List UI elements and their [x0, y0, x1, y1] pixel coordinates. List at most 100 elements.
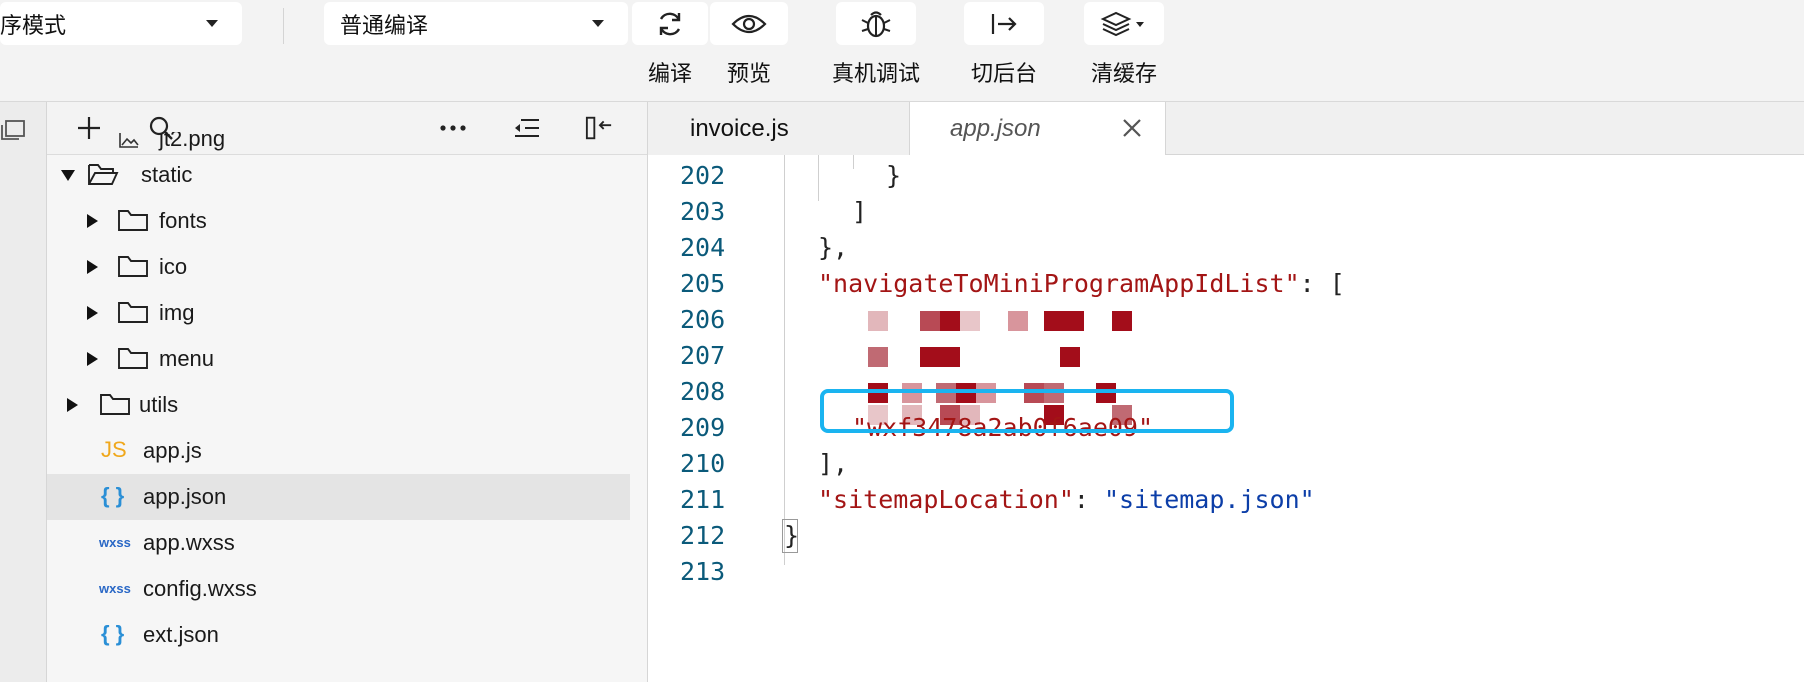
tab-app-json[interactable]: app.json	[910, 102, 1166, 155]
compile-button[interactable]	[632, 2, 708, 45]
json-punct: :	[1073, 485, 1104, 514]
tree-item-folder-ico[interactable]: ico	[47, 244, 647, 290]
remote-debug-button[interactable]	[836, 2, 916, 45]
code-line: ]	[852, 197, 868, 226]
eye-icon	[731, 14, 767, 33]
folder-icon	[118, 210, 148, 231]
switch-background-icon	[991, 13, 1017, 34]
folder-icon	[100, 394, 130, 415]
highlight-box	[820, 389, 1234, 433]
tab-label: invoice.js	[690, 114, 789, 142]
tree-item-label: jt2.png	[159, 132, 226, 151]
json-file-icon: { }	[101, 621, 125, 646]
switch-background-label: 切后台	[970, 61, 1037, 86]
preview-button[interactable]	[710, 2, 788, 45]
toolbar-divider	[283, 8, 284, 44]
tree-item-file-app-json[interactable]: { } app.json	[47, 474, 630, 520]
line-number: 210	[680, 449, 726, 478]
tree-item-folder-static[interactable]: static	[47, 152, 647, 198]
bug-icon	[861, 10, 891, 37]
file-explorer: jt2.png static fonts ico img menu utils …	[47, 102, 648, 682]
tree-item-folder-utils[interactable]: utils	[47, 382, 647, 428]
bracket-match-indicator	[782, 519, 798, 553]
wxss-file-icon: wxss	[99, 581, 131, 596]
tree-item-label: img	[159, 300, 195, 325]
indent-guide	[784, 155, 785, 565]
editor-tab-bar: invoice.js app.json	[648, 102, 1804, 155]
tree-item-label: ext.json	[143, 622, 219, 647]
tree-item-file-app-js[interactable]: JS app.js	[47, 428, 647, 474]
json-file-icon: { }	[101, 483, 125, 508]
folder-open-icon	[88, 164, 119, 185]
json-punct: : [	[1299, 269, 1345, 298]
code-line: ],	[818, 449, 849, 478]
tree-item-label: app.json	[143, 484, 227, 509]
tree-item-folder-fonts[interactable]: fonts	[47, 198, 647, 244]
chevron-down-icon	[61, 170, 75, 181]
mode-select[interactable]: 序模式	[0, 2, 242, 45]
tree-item-label: menu	[159, 346, 215, 371]
tree-item-file-app-wxss[interactable]: wxss app.wxss	[47, 520, 647, 566]
line-number: 204	[680, 233, 726, 262]
activity-bar	[0, 102, 47, 682]
chevron-right-icon	[87, 214, 98, 228]
json-value: "sitemap.json"	[1103, 485, 1315, 514]
line-number: 213	[680, 557, 726, 586]
tab-invoice-js[interactable]: invoice.js	[648, 102, 910, 155]
line-number: 205	[680, 269, 726, 298]
chevron-right-icon	[87, 306, 98, 320]
compile-select-value: 普通编译	[340, 12, 429, 38]
clear-cache-button[interactable]	[1084, 2, 1164, 45]
tree-item-label: fonts	[159, 208, 207, 233]
code-line: },	[818, 233, 849, 262]
js-file-icon: JS	[101, 437, 127, 462]
folder-icon	[118, 348, 148, 369]
chevron-right-icon	[87, 260, 98, 274]
code-line: }	[886, 161, 902, 190]
code-line: "navigateToMiniProgramAppIdList": [	[818, 269, 1345, 298]
refresh-icon	[659, 12, 681, 35]
compile-select[interactable]: 普通编译	[324, 2, 628, 45]
compile-label: 编译	[647, 61, 692, 86]
tree-item-label: app.wxss	[143, 530, 235, 555]
layers-icon	[1100, 11, 1144, 36]
chevron-down-icon	[592, 20, 604, 27]
json-key: "navigateToMiniProgramAppIdList"	[818, 269, 1300, 298]
tree-item-folder-img[interactable]: img	[47, 290, 647, 336]
copy-icon[interactable]	[0, 118, 28, 142]
code-editor[interactable]: 202 203 204 205 206 207 208 209 210 211 …	[648, 155, 1804, 682]
remote-debug-label: 真机调试	[831, 61, 920, 86]
image-file-icon	[119, 133, 139, 148]
folder-icon	[118, 302, 148, 323]
tree-item-label: config.wxss	[143, 576, 257, 601]
tab-label: app.json	[950, 114, 1041, 142]
chevron-right-icon	[67, 398, 78, 412]
line-number: 202	[680, 161, 726, 190]
tree-item-label: ico	[159, 254, 188, 279]
clear-cache-label: 清缓存	[1090, 61, 1157, 86]
folder-icon	[118, 256, 148, 277]
top-toolbar: 序模式 普通编译 编译 预览 真机调试 切后台 清缓存	[0, 0, 1804, 102]
code-line: "sitemapLocation": "sitemap.json"	[818, 485, 1315, 514]
tree-item-folder-menu[interactable]: menu	[47, 336, 647, 382]
preview-label: 预览	[726, 61, 771, 86]
close-icon[interactable]	[1121, 117, 1143, 139]
line-number: 208	[680, 377, 726, 406]
mode-select-value: 序模式	[0, 12, 67, 38]
wxss-file-icon: wxss	[99, 535, 131, 550]
tree-item-file-ext-json[interactable]: { } ext.json	[47, 612, 647, 658]
json-key: "sitemapLocation"	[818, 485, 1074, 514]
line-number: 206	[680, 305, 726, 334]
line-number: 207	[680, 341, 726, 370]
indent-guide	[818, 155, 819, 201]
chevron-down-icon	[206, 20, 218, 27]
line-number: 211	[680, 485, 726, 514]
tree-item-label: static	[141, 162, 193, 187]
line-number: 203	[680, 197, 726, 226]
tree-item-label: app.js	[143, 438, 202, 463]
chevron-right-icon	[87, 352, 98, 366]
switch-background-button[interactable]	[964, 2, 1044, 45]
line-number: 212	[680, 521, 726, 550]
tree-item-label: utils	[139, 392, 179, 417]
tree-item-file-config-wxss[interactable]: wxss config.wxss	[47, 566, 647, 612]
